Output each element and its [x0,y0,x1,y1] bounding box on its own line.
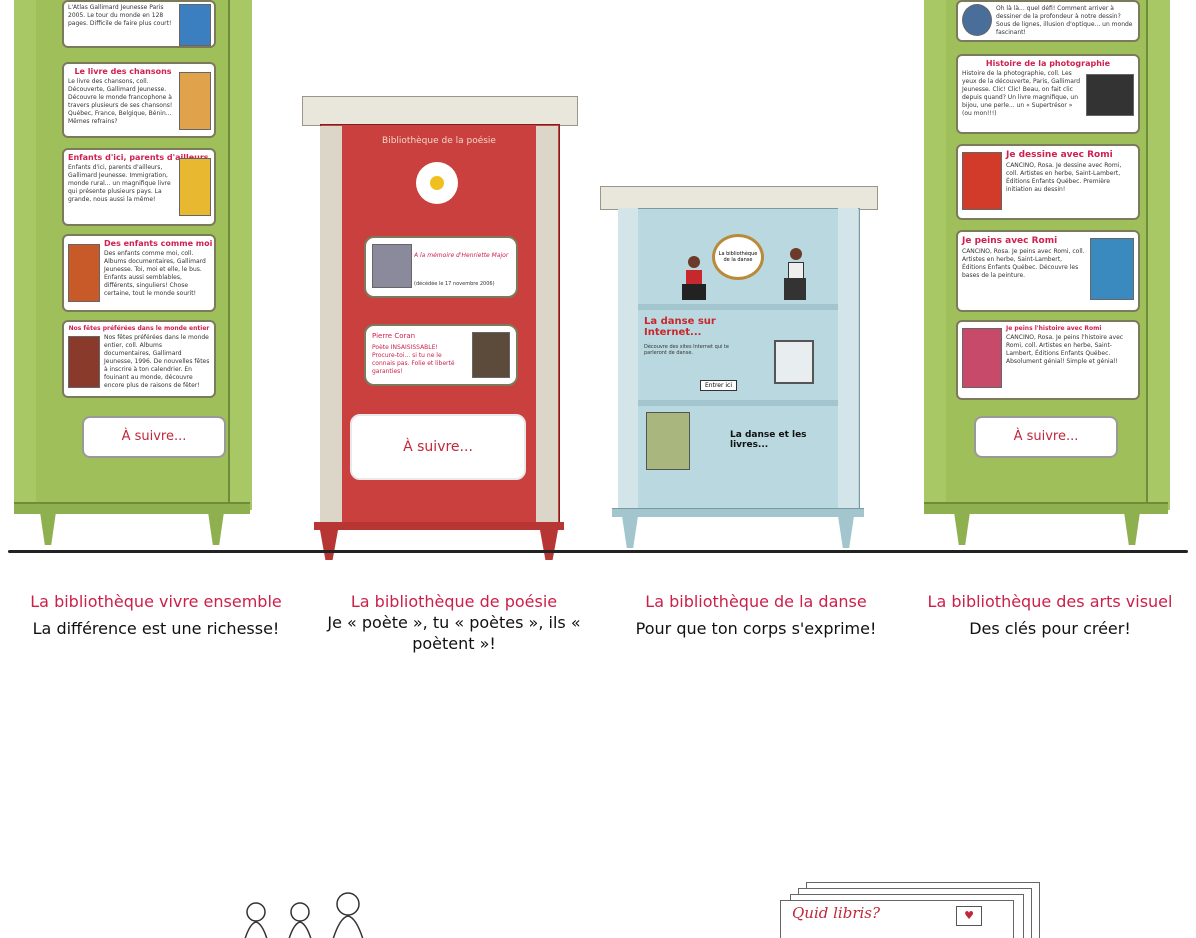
book-cover-thumb [962,152,1002,210]
postcard-title: Quid libris? [792,904,881,922]
next-button[interactable]: À suivre... [350,414,526,480]
caption-title[interactable]: La bibliothèque de la danse [614,591,898,612]
caption-danse[interactable]: La bibliothèque de la danse Pour que ton… [614,591,898,639]
dancer-icon [780,248,810,302]
book-cover-thumb [962,328,1002,388]
camera-thumb [1086,74,1134,116]
caption-title[interactable]: La bibliothèque vivre ensemble [4,591,308,612]
poet-photo [472,332,510,378]
poet-card-title: Pierre Coran [372,332,416,340]
book-card[interactable]: Histoire de la photographie Histoire de … [956,54,1140,134]
caption-subtitle: Des clés pour créer! [969,619,1131,638]
shelf-poesie: Bibliothèque de la poésie À la mémoire d… [302,96,578,566]
section-text: Découvre des sites Internet qui te parle… [644,344,729,356]
shelf-vivre-ensemble: L'Atlas Gallimard Jeunesse Paris 2005. L… [14,0,252,545]
poet-photo [372,244,412,288]
danse-livres-section[interactable]: La danse et les livres... [644,412,834,488]
caption-arts-visuels[interactable]: La bibliothèque des arts visuel Des clés… [904,591,1196,639]
caption-poesie[interactable]: La bibliothèque de poésie Je « poète », … [318,591,590,654]
medallion-label: La bibliothèque de la danse [718,251,758,263]
book-card[interactable]: Des enfants comme moi Des enfants comme … [62,234,216,312]
book-cover-thumb [179,158,211,216]
book-icon [646,412,690,470]
shelf-header: Bibliothèque de la poésie [382,136,496,146]
book-card[interactable]: Le livre des chansons Le livre des chans… [62,62,216,138]
postcards-stack[interactable]: Quid libris? ♥ [760,880,1060,938]
book-cover-thumb [179,4,211,46]
book-card[interactable]: Je peins l'histoire avec Romi CANCINO, R… [956,320,1140,400]
computer-icon [774,340,814,384]
book-card[interactable]: Oh là là... quel défi! Comment arriver à… [956,0,1140,42]
book-card[interactable]: Enfants d'ici, parents d'ailleurs Enfant… [62,148,216,226]
shelf-cornice [600,186,878,210]
next-button[interactable]: À suivre... [974,416,1118,458]
caption-subtitle: Je « poète », tu « poètes », ils « poète… [327,613,581,653]
book-card-title: Histoire de la photographie [985,59,1111,68]
caption-subtitle: Pour que ton corps s'exprime! [635,619,877,638]
caption-title[interactable]: La bibliothèque des arts visuel [904,591,1196,612]
floor-line [8,550,1188,553]
book-cover-thumb [1090,238,1134,300]
shelf-arts-visuels: Oh là là... quel défi! Comment arriver à… [924,0,1170,545]
section-title: La danse sur Internet... [644,316,716,338]
poet-card-text: Poète INSAISISSABLE! Procure-toi... si t… [372,344,455,375]
book-cover-thumb [68,244,100,302]
medallion: La bibliothèque de la danse [712,234,764,280]
book-cover-thumb [962,4,992,36]
danse-internet-section[interactable]: La danse sur Internet... Découvre des si… [644,316,834,396]
poet-card[interactable]: À la mémoire d'Henriette Major (décédée … [364,236,518,298]
heart-stamp-icon: ♥ [956,906,982,926]
poet-card[interactable]: Pierre Coran Poète INSAISISSABLE! Procur… [364,324,518,386]
book-card[interactable]: Nos fêtes préférées dans le monde entier… [62,320,216,398]
book-card[interactable]: Je peins avec Romi CANCINO, Rosa. Je pei… [956,230,1140,312]
book-card-title: Nos fêtes préférées dans le monde entier [68,325,210,332]
caption-vivre-ensemble[interactable]: La bibliothèque vivre ensemble La différ… [4,591,308,639]
section-title: La danse et les livres... [730,430,807,450]
book-cover-thumb [68,336,100,388]
enter-button[interactable]: Entrer ici [700,380,737,391]
poet-card-text: (décédée le 17 novembre 2006) [414,281,495,287]
book-card[interactable]: Je dessine avec Romi CANCINO, Rosa. Je d… [956,144,1140,220]
shelf-danse: La bibliothèque de la danse La danse sur… [600,186,878,562]
daisy-icon [420,166,454,200]
book-cover-thumb [179,72,211,130]
family-illustration[interactable] [226,880,386,938]
shelf-cornice [302,96,578,126]
next-button[interactable]: À suivre... [82,416,226,458]
poet-card-title: À la mémoire d'Henriette Major [414,252,509,259]
dancer-icon [680,256,710,302]
caption-title[interactable]: La bibliothèque de poésie [318,591,590,612]
caption-subtitle: La différence est une richesse! [32,619,280,638]
book-card[interactable]: L'Atlas Gallimard Jeunesse Paris 2005. L… [62,0,216,48]
